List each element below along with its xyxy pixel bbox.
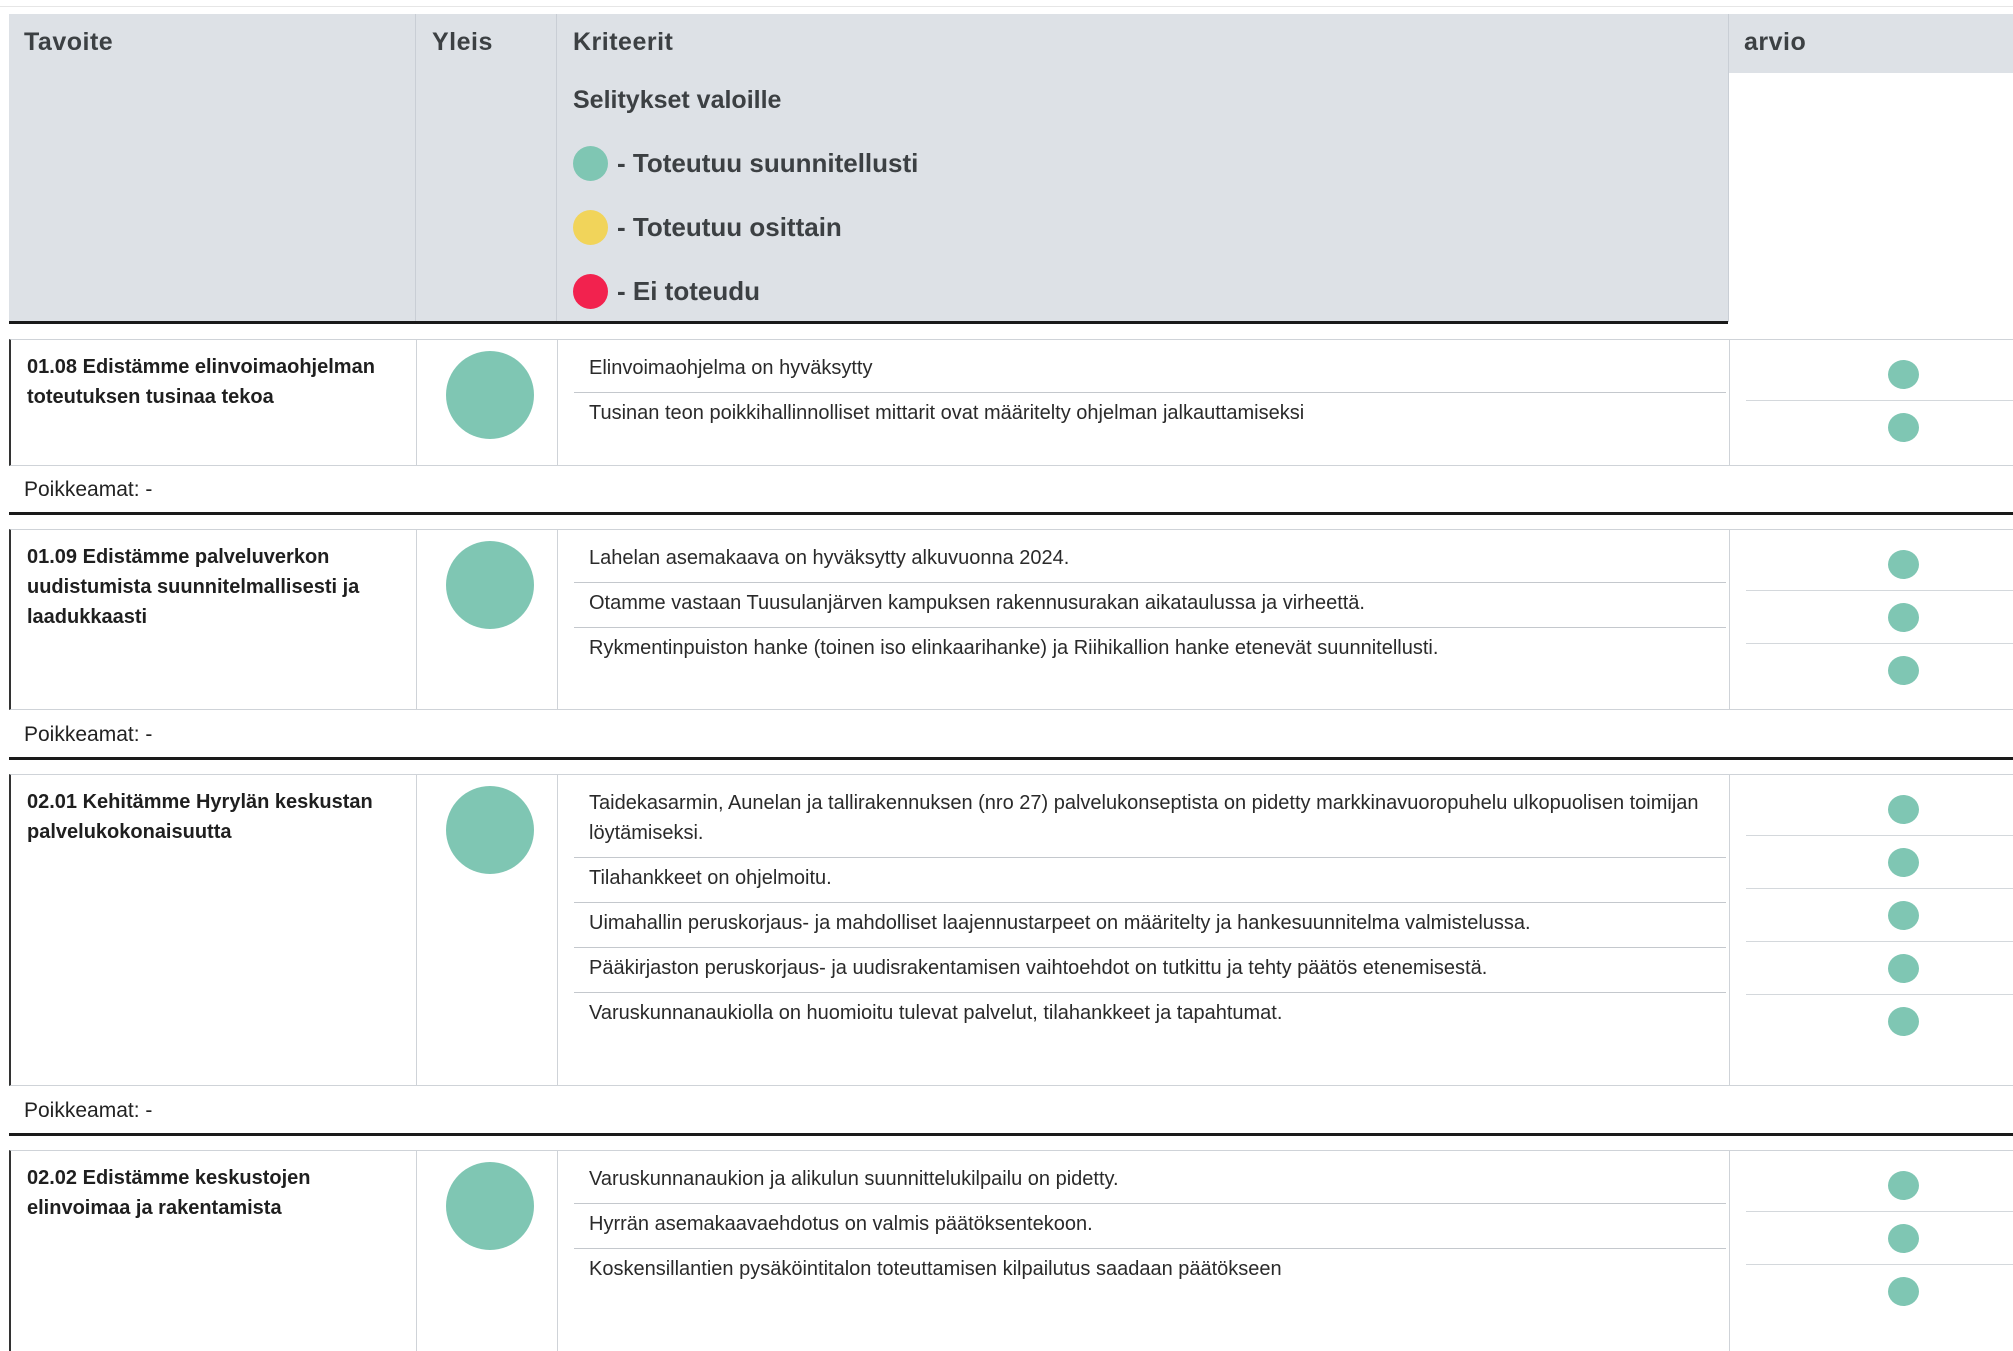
status-dot-icon [1887,1170,1919,1200]
status-dot-icon [1887,413,1919,442]
overall-status-dot-icon [446,1162,534,1250]
overall-status-dot-icon [446,786,534,874]
criterion-text: Varuskunnanaukiolla on huomioitu tulevat… [589,1002,1283,1024]
legend-label: - Toteutuu osittain [617,211,842,242]
goal-row: 02.02 Edistämme keskustojen elinvoimaa j… [9,1150,2013,1351]
red-status-dot-icon [573,273,608,309]
criterion-text: Hyrrän asemakaavaehdotus on valmis päätö… [574,1204,1726,1249]
assessment-list [1746,538,2013,697]
status-dot-icon [1887,602,1919,632]
criterion-text: Tilahankkeet on ohjelmoitu. [574,858,1726,903]
criterion-text: Taidekasarmin, Aunelan ja tallirakennuks… [574,783,1726,858]
header-divider [556,14,557,322]
goal-row: 02.01 Kehitämme Hyrylän keskustan palvel… [9,774,2013,1086]
criterion-text: Elinvoimaohjelma on hyväksytty [574,348,1726,393]
criteria-list: Taidekasarmin, Aunelan ja tallirakennuks… [574,783,1726,1037]
assessment-list [1746,783,2013,1048]
criteria-list: Varuskunnanaukion ja alikulun suunnittel… [574,1159,1726,1293]
deviations-note: Poikkeamat: - [24,723,153,746]
goal-title: 01.08 Edistämme elinvoimaohjelman toteut… [27,356,375,408]
criterion-text: Rykmentinpuiston hanke (toinen iso elink… [589,637,1439,659]
status-dot-icon [1887,900,1919,930]
yellow-status-dot-icon [573,209,608,245]
goal-title: 01.09 Edistämme palveluverkon uudistumis… [27,546,360,628]
header-bottom-rule [9,321,1728,324]
criterion-text: Koskensillantien pysäköintitalon toteutt… [589,1258,1282,1280]
assessment-list [1746,1159,2013,1318]
criterion-text: Pääkirjaston peruskorjaus- ja uudisraken… [574,948,1726,993]
status-dot-icon [1887,549,1919,579]
status-dot-icon [1887,1277,1919,1306]
goal-title: 02.01 Kehitämme Hyrylän keskustan palvel… [27,791,373,843]
block-separator [9,512,2013,515]
status-dot-icon [1887,1223,1919,1253]
legend-label: - Toteutuu suunnitellusti [617,147,919,178]
legend-item-green: - Toteutuu suunnitellusti [573,145,918,181]
deviations-note: Poikkeamat: - [24,478,153,501]
header-divider [415,14,416,322]
deviations-note: Poikkeamat: - [24,1099,153,1122]
overall-status-dot-icon [446,541,534,629]
legend-item-yellow: - Toteutuu osittain [573,209,842,245]
column-header-kriteerit[interactable]: Kriteerit [573,28,673,57]
column-header-tavoite[interactable]: Tavoite [24,28,113,57]
status-dot-icon [1887,359,1919,389]
status-dot-icon [1887,656,1919,685]
goal-row: 01.09 Edistämme palveluverkon uudistumis… [9,529,2013,710]
criterion-text: Lahelan asemakaava on hyväksytty alkuvuo… [574,538,1726,583]
criterion-text: Varuskunnanaukion ja alikulun suunnittel… [574,1159,1726,1204]
goal-title: 02.02 Edistämme keskustojen elinvoimaa j… [27,1167,311,1219]
status-dot-icon [1887,1007,1919,1036]
legend-title: Selitykset valoille [573,86,782,114]
column-header-yleis[interactable]: Yleis [432,28,493,57]
legend-item-red: - Ei toteudu [573,273,760,309]
criterion-text: Tusinan teon poikkihallinnolliset mittar… [589,402,1305,424]
block-separator [9,1133,2013,1136]
status-dot-icon [1887,794,1919,824]
goal-row: 01.08 Edistämme elinvoimaohjelman toteut… [9,339,2013,466]
status-dot-icon [1887,953,1919,983]
legend-label: - Ei toteudu [617,275,760,306]
criterion-text: Otamme vastaan Tuusulanjärven kampuksen … [574,583,1726,628]
criteria-list: Lahelan asemakaava on hyväksytty alkuvuo… [574,538,1726,672]
overall-status-dot-icon [446,351,534,439]
status-dot-icon [1887,847,1919,877]
criteria-list: Elinvoimaohjelma on hyväksytty Tusinan t… [574,348,1726,437]
green-status-dot-icon [573,145,608,181]
block-separator [9,757,2013,760]
top-border [0,6,2013,7]
criterion-text: Uimahallin peruskorjaus- ja mahdolliset … [574,903,1726,948]
assessment-list [1746,348,2013,454]
header-divider [1728,14,1729,322]
column-header-arvio[interactable]: arvio [1744,28,1806,57]
